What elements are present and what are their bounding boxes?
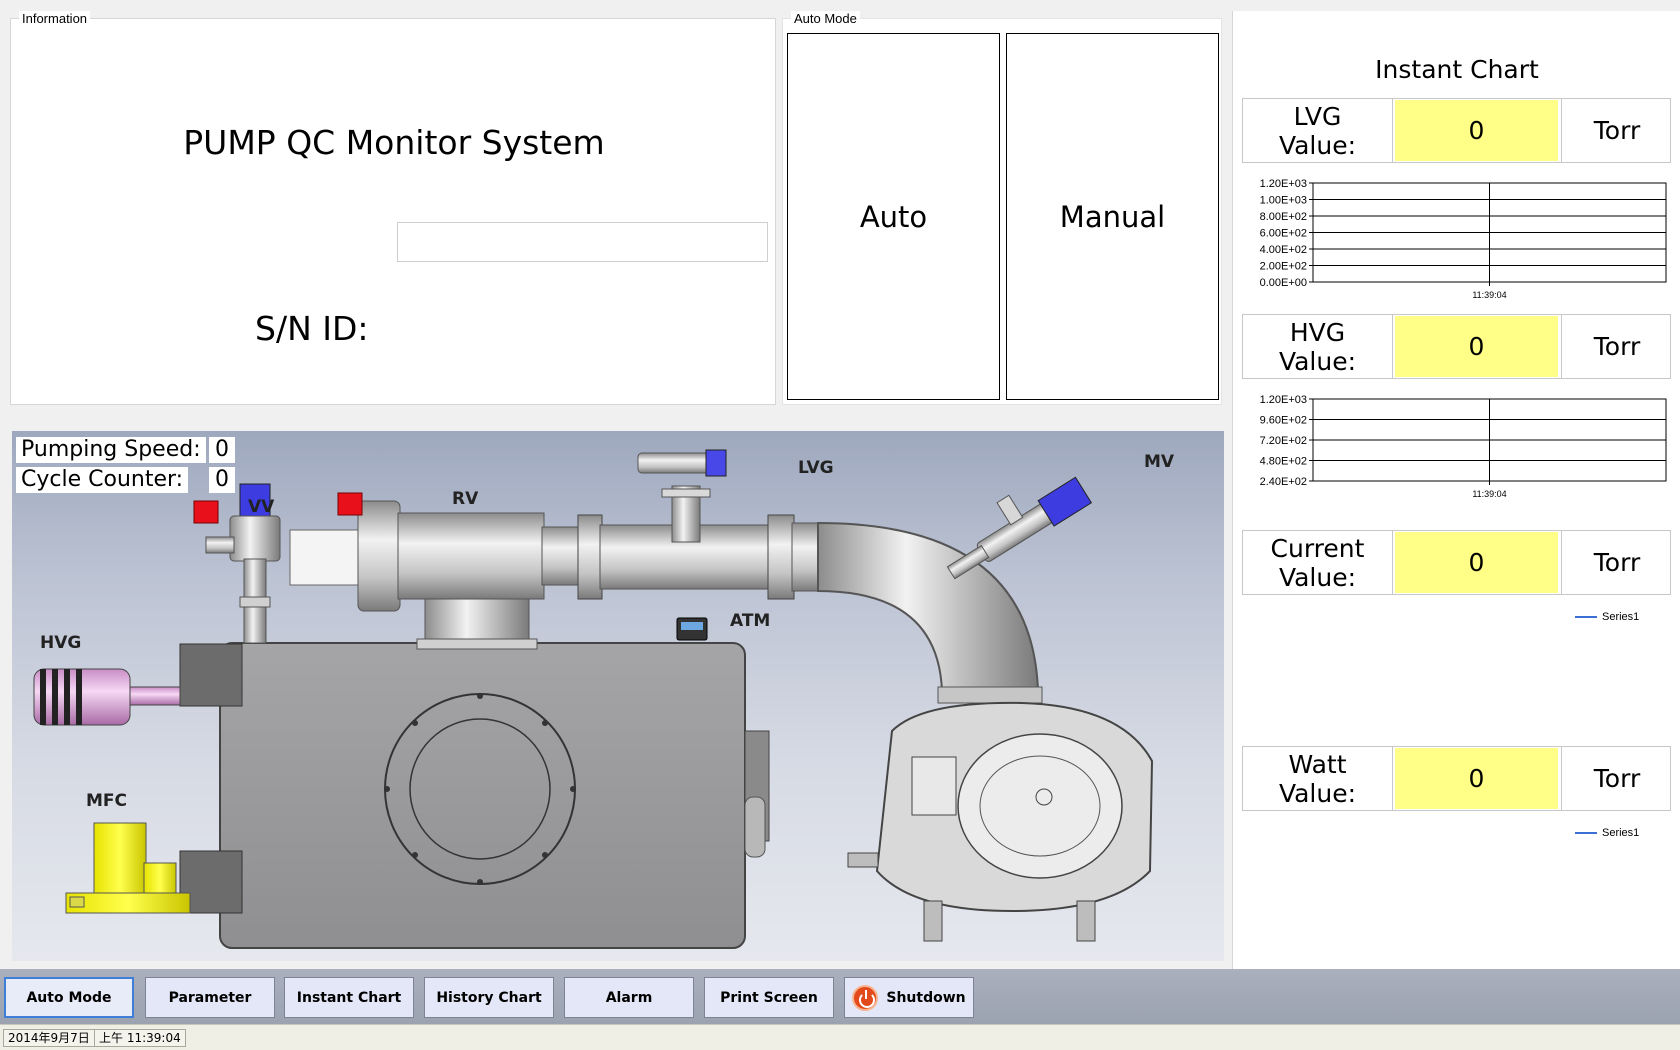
vv-label: VV bbox=[248, 497, 275, 517]
current-value: 0 bbox=[1395, 532, 1558, 593]
pump-diagram: Pumping Speed: 0 Cycle Counter: 0 VV RV … bbox=[12, 431, 1224, 961]
series1-swatch bbox=[1575, 616, 1597, 619]
lvg-label: LVG bbox=[798, 458, 834, 478]
alarm-button[interactable]: Alarm bbox=[564, 977, 694, 1018]
manual-button[interactable]: Manual bbox=[1006, 33, 1219, 400]
lvg-chart-svg: 1.20E+03 1.00E+03 8.00E+02 6.00E+02 4.00E+02… bbox=[1260, 178, 1667, 300]
hvg-unit: Torr bbox=[1561, 315, 1672, 378]
cycle-counter-label: Cycle Counter: bbox=[16, 467, 189, 493]
watt-unit: Torr bbox=[1561, 747, 1672, 810]
cycle-counter-value: 0 bbox=[209, 467, 235, 493]
information-legend: Information bbox=[19, 11, 91, 26]
watt-value-row: Watt Value: 0 Torr bbox=[1242, 746, 1671, 811]
auto-mode-legend: Auto Mode bbox=[791, 11, 860, 26]
lvg-unit: Torr bbox=[1561, 99, 1672, 162]
shutdown-label: Shutdown bbox=[886, 989, 966, 1006]
y-tick-label: 2.40E+02 bbox=[1260, 476, 1307, 488]
pump-illustration bbox=[33, 449, 1154, 949]
status-date: 2014年9月7日 bbox=[3, 1029, 95, 1047]
hvg-value-row: HVG Value: 0 Torr bbox=[1242, 314, 1671, 379]
watt-value: 0 bbox=[1395, 748, 1558, 809]
lvg-value-row: LVG Value: 0 Torr bbox=[1242, 98, 1671, 163]
status-bar: 2014年9月7日 上午 11:39:04 bbox=[0, 1024, 1680, 1050]
current-chart-legend: Series1 bbox=[1575, 611, 1639, 623]
status-time: 上午 11:39:04 bbox=[94, 1029, 186, 1047]
hvg-label: HVG bbox=[40, 633, 82, 653]
hvg-chart: 1.20E+03 9.60E+02 7.20E+02 4.80E+02 2.40E+02… bbox=[1242, 389, 1671, 514]
y-tick-label: 4.80E+02 bbox=[1260, 456, 1307, 468]
hvg-value: 0 bbox=[1395, 316, 1558, 377]
y-tick-label: 1.20E+03 bbox=[1260, 178, 1307, 190]
y-tick-label: 2.00E+02 bbox=[1260, 261, 1307, 273]
hvg-chart-svg: 1.20E+03 9.60E+02 7.20E+02 4.80E+02 2.40E+02… bbox=[1260, 394, 1667, 499]
hvg-value-label-text: HVG Value: bbox=[1278, 317, 1357, 376]
shutdown-button[interactable]: Shutdown bbox=[844, 977, 974, 1018]
y-tick-label: 0.00E+00 bbox=[1260, 277, 1307, 289]
history-chart-button[interactable]: History Chart bbox=[424, 977, 554, 1018]
mfc-label: MFC bbox=[86, 791, 128, 811]
current-value-row: Current Value: 0 Torr bbox=[1242, 530, 1671, 595]
pumping-speed-label: Pumping Speed: bbox=[16, 437, 206, 463]
auto-mode-panel: Auto Mode Auto Manual bbox=[782, 11, 1222, 405]
series1-swatch bbox=[1575, 832, 1597, 835]
sn-id-input[interactable] bbox=[397, 222, 768, 262]
instant-chart-button[interactable]: Instant Chart bbox=[284, 977, 414, 1018]
y-tick-label: 7.20E+02 bbox=[1260, 435, 1307, 447]
lvg-chart: 1.20E+03 1.00E+03 8.00E+02 6.00E+02 4.00E+02… bbox=[1242, 173, 1671, 300]
watt-value-label-text: Watt Value: bbox=[1278, 749, 1357, 808]
y-tick-label: 4.00E+02 bbox=[1260, 244, 1307, 256]
rv-indicator bbox=[337, 492, 363, 516]
lvg-value-label-text: LVG Value: bbox=[1278, 101, 1357, 160]
auto-mode-button[interactable]: Auto Mode bbox=[4, 977, 134, 1018]
y-tick-label: 1.20E+03 bbox=[1260, 394, 1307, 406]
y-tick-label: 6.00E+02 bbox=[1260, 228, 1307, 240]
watt-legend-label: Series1 bbox=[1602, 827, 1640, 839]
current-unit: Torr bbox=[1561, 531, 1672, 594]
instant-chart-title: Instant Chart bbox=[1375, 55, 1539, 84]
current-legend-label: Series1 bbox=[1602, 611, 1640, 623]
watt-chart-legend: Series1 bbox=[1575, 827, 1639, 839]
vv-indicator bbox=[193, 500, 219, 524]
information-panel: Information PUMP QC Monitor System S/N I… bbox=[10, 11, 776, 405]
auto-button[interactable]: Auto bbox=[787, 33, 1000, 400]
print-screen-button[interactable]: Print Screen bbox=[704, 977, 834, 1018]
y-tick-label: 1.00E+03 bbox=[1260, 195, 1307, 207]
y-tick-label: 9.60E+02 bbox=[1260, 415, 1307, 427]
current-value-label-text: Current Value: bbox=[1270, 533, 1365, 592]
mv-label: MV bbox=[1144, 452, 1175, 472]
atm-label: ATM bbox=[730, 611, 771, 631]
parameter-button[interactable]: Parameter bbox=[145, 977, 275, 1018]
pumping-speed-value: 0 bbox=[209, 437, 235, 463]
sn-id-label: S/N ID: bbox=[255, 309, 369, 348]
lvg-value: 0 bbox=[1395, 100, 1558, 161]
rv-label: RV bbox=[452, 489, 479, 509]
lvg-value-label: LVG Value: bbox=[1243, 99, 1393, 162]
watt-value-label: Watt Value: bbox=[1243, 747, 1393, 810]
system-title: PUMP QC Monitor System bbox=[183, 123, 605, 162]
bottom-toolbar: Auto Mode Parameter Instant Chart Histor… bbox=[0, 969, 1680, 1024]
y-tick-label: 8.00E+02 bbox=[1260, 211, 1307, 223]
hvg-value-label: HVG Value: bbox=[1243, 315, 1393, 378]
instant-chart-panel: Instant Chart LVG Value: 0 Torr 1.20E+03… bbox=[1232, 11, 1680, 969]
power-icon bbox=[852, 984, 879, 1011]
x-tick-label: 11:39:04 bbox=[1472, 290, 1506, 298]
x-tick-label: 11:39:04 bbox=[1472, 489, 1506, 499]
current-value-label: Current Value: bbox=[1243, 531, 1393, 594]
